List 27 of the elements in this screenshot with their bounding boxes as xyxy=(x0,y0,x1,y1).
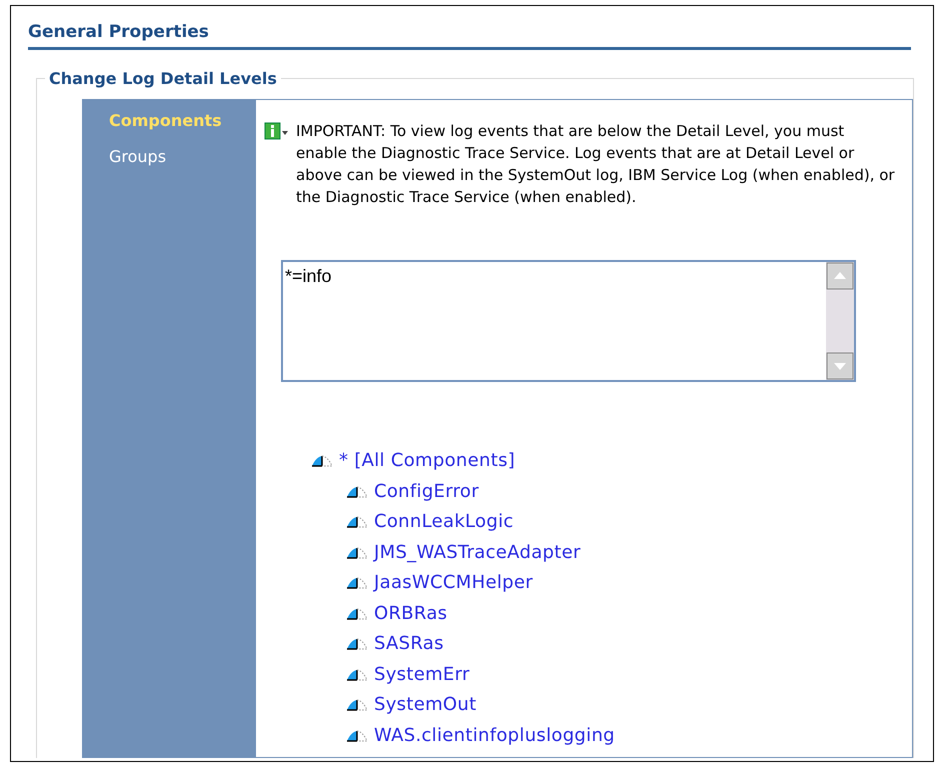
log-level-icon xyxy=(346,698,368,712)
component-link[interactable]: ConnLeakLogic xyxy=(374,508,514,536)
log-level-icon xyxy=(346,637,368,650)
component-link[interactable]: ORBRas xyxy=(374,600,448,627)
log-level-icon xyxy=(311,454,333,468)
log-level-icon xyxy=(346,606,368,620)
info-icon xyxy=(264,122,290,140)
log-level-icon xyxy=(346,484,368,498)
log-level-icon xyxy=(346,728,368,742)
scroll-up-icon[interactable] xyxy=(826,262,854,290)
log-level-icon xyxy=(346,576,368,590)
component-link[interactable]: JMS_WASTraceAdapter xyxy=(374,538,581,566)
component-link[interactable]: ConfigError xyxy=(374,478,479,505)
scroll-down-icon[interactable] xyxy=(826,352,854,380)
component-link[interactable]: WAS.clientinfopluslogging xyxy=(374,722,615,749)
component-link[interactable]: * [All Components] xyxy=(339,447,516,474)
component-link[interactable]: SystemOut xyxy=(374,691,476,718)
scrollbar[interactable] xyxy=(826,262,854,380)
section-heading: General Properties xyxy=(28,21,210,44)
component-link[interactable]: JaasWCCMHelper xyxy=(374,569,533,596)
log-level-icon xyxy=(346,546,368,559)
component-link[interactable]: SASRas xyxy=(374,630,444,658)
log-level-icon xyxy=(346,668,368,681)
log-level-icon xyxy=(346,515,368,528)
spec-field[interactable]: *=info xyxy=(281,260,856,382)
component-link[interactable]: SystemErr xyxy=(374,660,470,688)
notice-text: IMPORTANT: To view log events that are below the Detail Level, you must enable the Diagnostic Trace Service. Log events that are at Detail Level or above can be viewed in the SystemOut log, IBM Service Log (when enabled), or the Diagnostic Trace Service (when enabled). xyxy=(296,120,896,208)
